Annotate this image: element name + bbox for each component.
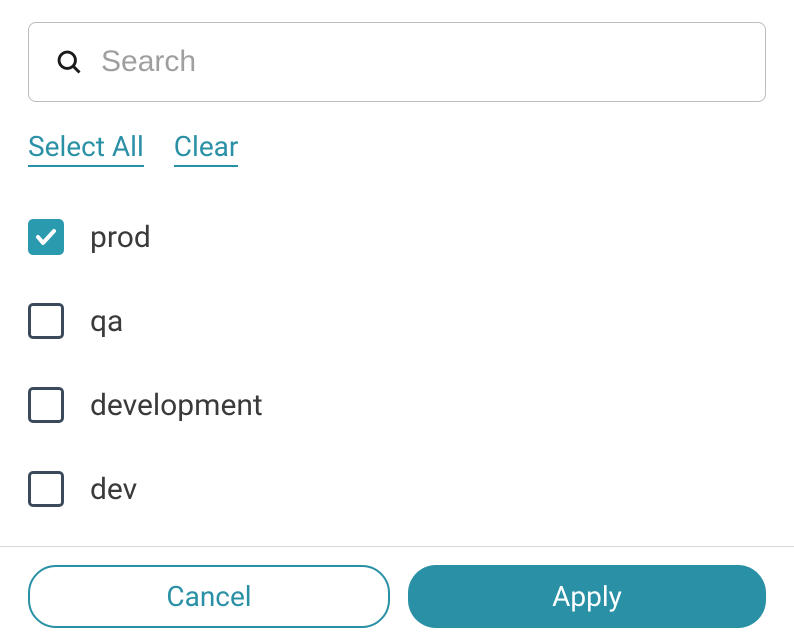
filter-panel: Select All Clear prod qa [0, 0, 794, 546]
bulk-actions: Select All Clear [28, 130, 766, 167]
cancel-button[interactable]: Cancel [28, 565, 390, 628]
footer-actions: Cancel Apply [0, 546, 794, 642]
select-all-link[interactable]: Select All [28, 130, 144, 167]
option-label: development [90, 388, 263, 423]
option-label: qa [90, 304, 123, 339]
option-list: prod qa development [28, 219, 766, 507]
option-row[interactable]: development [28, 387, 766, 423]
option-row[interactable]: qa [28, 303, 766, 339]
checkbox-development[interactable] [28, 387, 64, 423]
search-icon [55, 48, 83, 76]
search-field-wrapper [28, 22, 766, 102]
option-row[interactable]: prod [28, 219, 766, 255]
clear-link[interactable]: Clear [174, 130, 239, 167]
checkbox-prod[interactable] [28, 219, 64, 255]
checkbox-dev[interactable] [28, 471, 64, 507]
apply-button[interactable]: Apply [408, 565, 766, 628]
search-input[interactable] [101, 45, 739, 79]
checkbox-qa[interactable] [28, 303, 64, 339]
check-icon [34, 225, 58, 249]
option-label: prod [90, 220, 151, 255]
option-label: dev [90, 472, 137, 507]
option-row[interactable]: dev [28, 471, 766, 507]
